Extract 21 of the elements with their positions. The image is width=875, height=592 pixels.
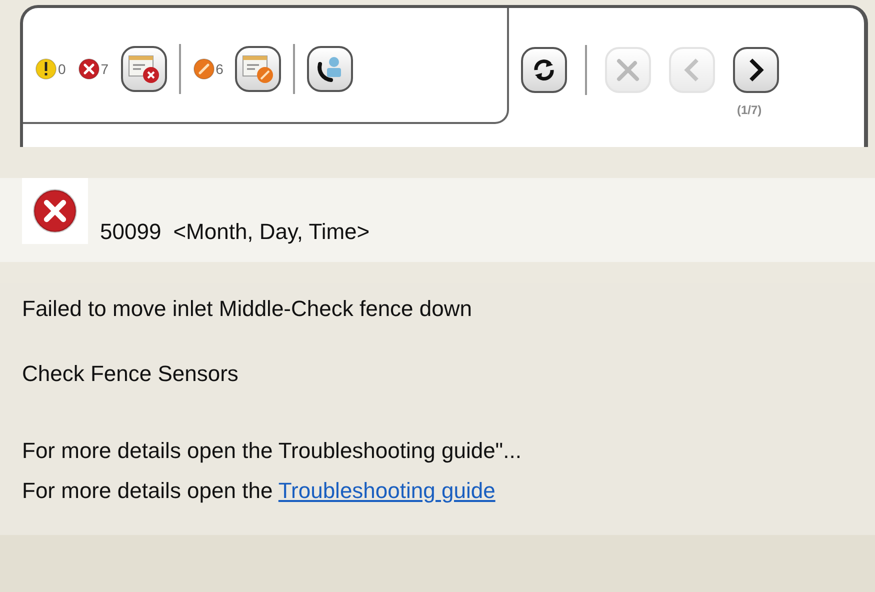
page-counter: (1/7) bbox=[737, 102, 762, 119]
count-label: 7 bbox=[100, 60, 109, 78]
error-list-button[interactable] bbox=[120, 46, 167, 92]
warning-icon bbox=[35, 58, 57, 80]
error-code: 50099 bbox=[100, 218, 162, 246]
message-line: Check Fence Sensors bbox=[22, 360, 240, 388]
details-text: For more details open the Troubleshooting guide"... bbox=[22, 437, 522, 465]
details-text: For more details open the Troubleshooting guide bbox=[22, 477, 496, 505]
call-support-button[interactable] bbox=[307, 46, 354, 92]
error-list-icon bbox=[126, 54, 161, 84]
troubleshooting-link[interactable]: Troubleshooting guide bbox=[278, 478, 496, 503]
count-label: 0 bbox=[58, 60, 66, 78]
maintenance-list-icon bbox=[241, 54, 276, 84]
error-icon bbox=[32, 188, 78, 234]
error-icon bbox=[78, 58, 100, 80]
message-line: Failed to move inlet Middle-Check fence down bbox=[22, 295, 474, 323]
maintenance-list-button[interactable] bbox=[235, 46, 282, 92]
next-button[interactable] bbox=[733, 47, 779, 93]
count-label: 6 bbox=[216, 60, 224, 78]
refresh-button[interactable] bbox=[521, 47, 567, 93]
timestamp: <Month, Day, Time> bbox=[173, 218, 370, 246]
